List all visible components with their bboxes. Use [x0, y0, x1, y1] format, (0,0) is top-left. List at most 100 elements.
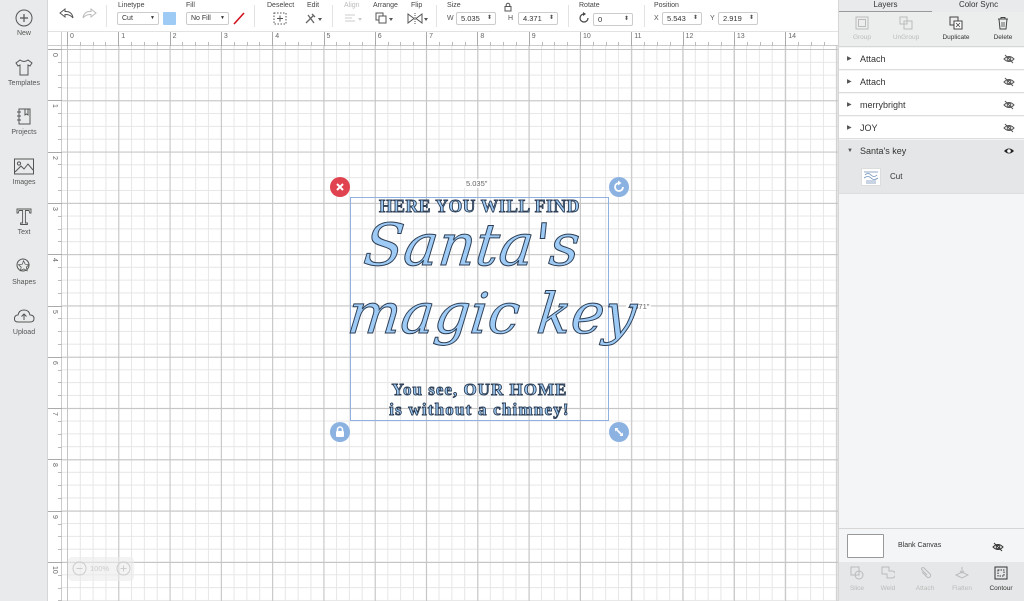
- sidebar-item-templates[interactable]: Templates: [0, 58, 48, 87]
- ruler-label: 6: [51, 360, 58, 365]
- arrange-icon[interactable]: [375, 12, 395, 25]
- weld-label: Weld: [880, 585, 896, 592]
- sidebar-item-new[interactable]: New: [0, 9, 48, 37]
- expand-arrow-icon[interactable]: ▶: [847, 71, 852, 93]
- size-label: Size: [447, 2, 461, 9]
- layer-row[interactable]: ▶ JOY: [839, 117, 1024, 139]
- undo-icon[interactable]: [59, 7, 75, 21]
- contour-button[interactable]: Contour: [983, 566, 1019, 592]
- delete-button[interactable]: Delete: [980, 14, 1024, 41]
- eye-hidden-icon[interactable]: [1003, 77, 1015, 87]
- flip-icon[interactable]: [407, 12, 429, 25]
- rotate-handle[interactable]: [609, 177, 629, 197]
- expand-arrow-icon[interactable]: ▶: [847, 94, 852, 116]
- align-icon[interactable]: [344, 12, 364, 25]
- ruler-label: 9: [531, 33, 536, 40]
- eye-hidden-icon[interactable]: [1003, 100, 1015, 110]
- sidebar-item-images[interactable]: Images: [0, 157, 48, 186]
- edit-tools-icon[interactable]: [304, 12, 324, 25]
- delete-handle[interactable]: [330, 177, 350, 197]
- rotate-input[interactable]: 0 ⬍: [593, 13, 633, 26]
- height-input[interactable]: 4.371 ⬍: [518, 12, 558, 25]
- lock-icon: [336, 426, 344, 437]
- expand-arrow-icon[interactable]: ▶: [847, 117, 852, 139]
- design-canvas[interactable]: 5.035" 4.371" HERE YOU WILL FIND Santa's…: [62, 46, 838, 601]
- redo-icon[interactable]: [81, 7, 97, 21]
- eye-hidden-icon[interactable]: [1003, 123, 1015, 133]
- ruler-major-tick: [580, 32, 581, 46]
- sublayer-name[interactable]: Cut: [890, 166, 902, 188]
- stepper-icon[interactable]: ⬍: [624, 14, 629, 25]
- expand-arrow-icon[interactable]: ▶: [847, 48, 852, 70]
- stepper-icon[interactable]: ⬍: [693, 13, 698, 24]
- stepper-icon[interactable]: ⬍: [487, 13, 492, 24]
- contour-label: Contour: [989, 585, 1013, 592]
- layer-row[interactable]: ▶ Attach: [839, 48, 1024, 70]
- ruler-major-tick: [48, 202, 62, 204]
- ungroup-button[interactable]: UnGroup: [883, 14, 929, 41]
- attach-button[interactable]: Attach: [907, 566, 943, 592]
- lock-handle[interactable]: [330, 422, 350, 442]
- blank-canvas-label: Blank Canvas: [898, 542, 942, 549]
- text-t-icon: [16, 208, 32, 225]
- blank-canvas-swatch[interactable]: [847, 534, 884, 558]
- rotate-icon[interactable]: [578, 12, 590, 24]
- lock-aspect-icon[interactable]: [503, 2, 513, 12]
- eye-hidden-icon[interactable]: [1003, 54, 1015, 64]
- close-icon: [336, 183, 344, 191]
- blank-canvas-row[interactable]: Blank Canvas: [839, 528, 1024, 561]
- notebook-icon: [17, 108, 31, 125]
- ruler-major-tick: [631, 32, 633, 46]
- ruler-label: 1: [121, 33, 126, 40]
- ruler-label: 8: [51, 463, 58, 468]
- sidebar-item-label: Templates: [8, 80, 40, 87]
- flip-label: Flip: [411, 2, 423, 9]
- y-position-input[interactable]: 2.919 ⬍: [718, 12, 758, 25]
- stepper-icon[interactable]: ⬍: [749, 13, 754, 24]
- height-label: H: [508, 15, 514, 22]
- linetype-select[interactable]: Cut ▼: [117, 12, 159, 25]
- resize-handle[interactable]: [609, 422, 629, 442]
- duplicate-button[interactable]: Duplicate: [933, 14, 979, 41]
- sidebar-item-projects[interactable]: Projects: [0, 107, 48, 136]
- stepper-icon[interactable]: ⬍: [549, 13, 554, 24]
- design-line-you-see-our-home[interactable]: You see, OUR HOME: [350, 380, 609, 400]
- paperclip-icon: [921, 567, 932, 579]
- x-position-input[interactable]: 5.543 ⬍: [662, 12, 702, 25]
- design-line-magic-key[interactable]: magic key: [344, 282, 640, 348]
- weld-button[interactable]: Weld: [870, 566, 906, 592]
- group-button[interactable]: Group: [839, 14, 885, 41]
- eye-visible-icon[interactable]: [1003, 146, 1015, 156]
- tab-color-sync[interactable]: Color Sync: [932, 0, 1024, 12]
- design-line-is-without-a-chimney[interactable]: is without a chimney!: [350, 400, 609, 420]
- zoom-control: 100%: [68, 557, 134, 581]
- no-fill-swatch-icon[interactable]: [232, 12, 245, 25]
- width-input[interactable]: 5.035 ⬍: [456, 12, 496, 25]
- group-label: Group: [852, 34, 872, 41]
- tab-layers[interactable]: Layers: [839, 0, 932, 12]
- ruler-major-tick: [374, 32, 376, 46]
- sidebar-item-text[interactable]: Text: [0, 207, 48, 236]
- collapse-arrow-icon[interactable]: ▼: [847, 140, 853, 162]
- sidebar-item-shapes[interactable]: Shapes: [0, 257, 48, 286]
- ruler-major-tick: [528, 32, 530, 46]
- sidebar-item-label: Projects: [11, 129, 37, 136]
- fill-label: Fill: [186, 2, 195, 9]
- layer-row[interactable]: ▶ merrybright: [839, 94, 1024, 116]
- ruler-major-tick: [323, 32, 325, 46]
- zoom-in-icon[interactable]: [116, 561, 131, 576]
- zoom-out-icon[interactable]: [72, 561, 87, 576]
- ruler-label: 0: [70, 33, 74, 40]
- flatten-button[interactable]: Flatten: [944, 566, 980, 592]
- eye-hidden-icon[interactable]: [992, 542, 1004, 552]
- linetype-color-swatch[interactable]: [163, 12, 176, 25]
- sidebar-item-upload[interactable]: Upload: [0, 307, 48, 336]
- ruler-major-tick: [169, 32, 171, 46]
- fill-select[interactable]: No Fill ▼: [186, 12, 229, 25]
- fill-value: No Fill: [191, 15, 211, 22]
- layer-row[interactable]: ▶ Attach: [839, 71, 1024, 93]
- ruler-major-tick: [48, 305, 62, 307]
- design-line-santas[interactable]: Santa's: [359, 211, 586, 280]
- deselect-icon[interactable]: [273, 12, 287, 25]
- layer-row-selected[interactable]: ▼ Santa's key Cut: [839, 140, 1024, 194]
